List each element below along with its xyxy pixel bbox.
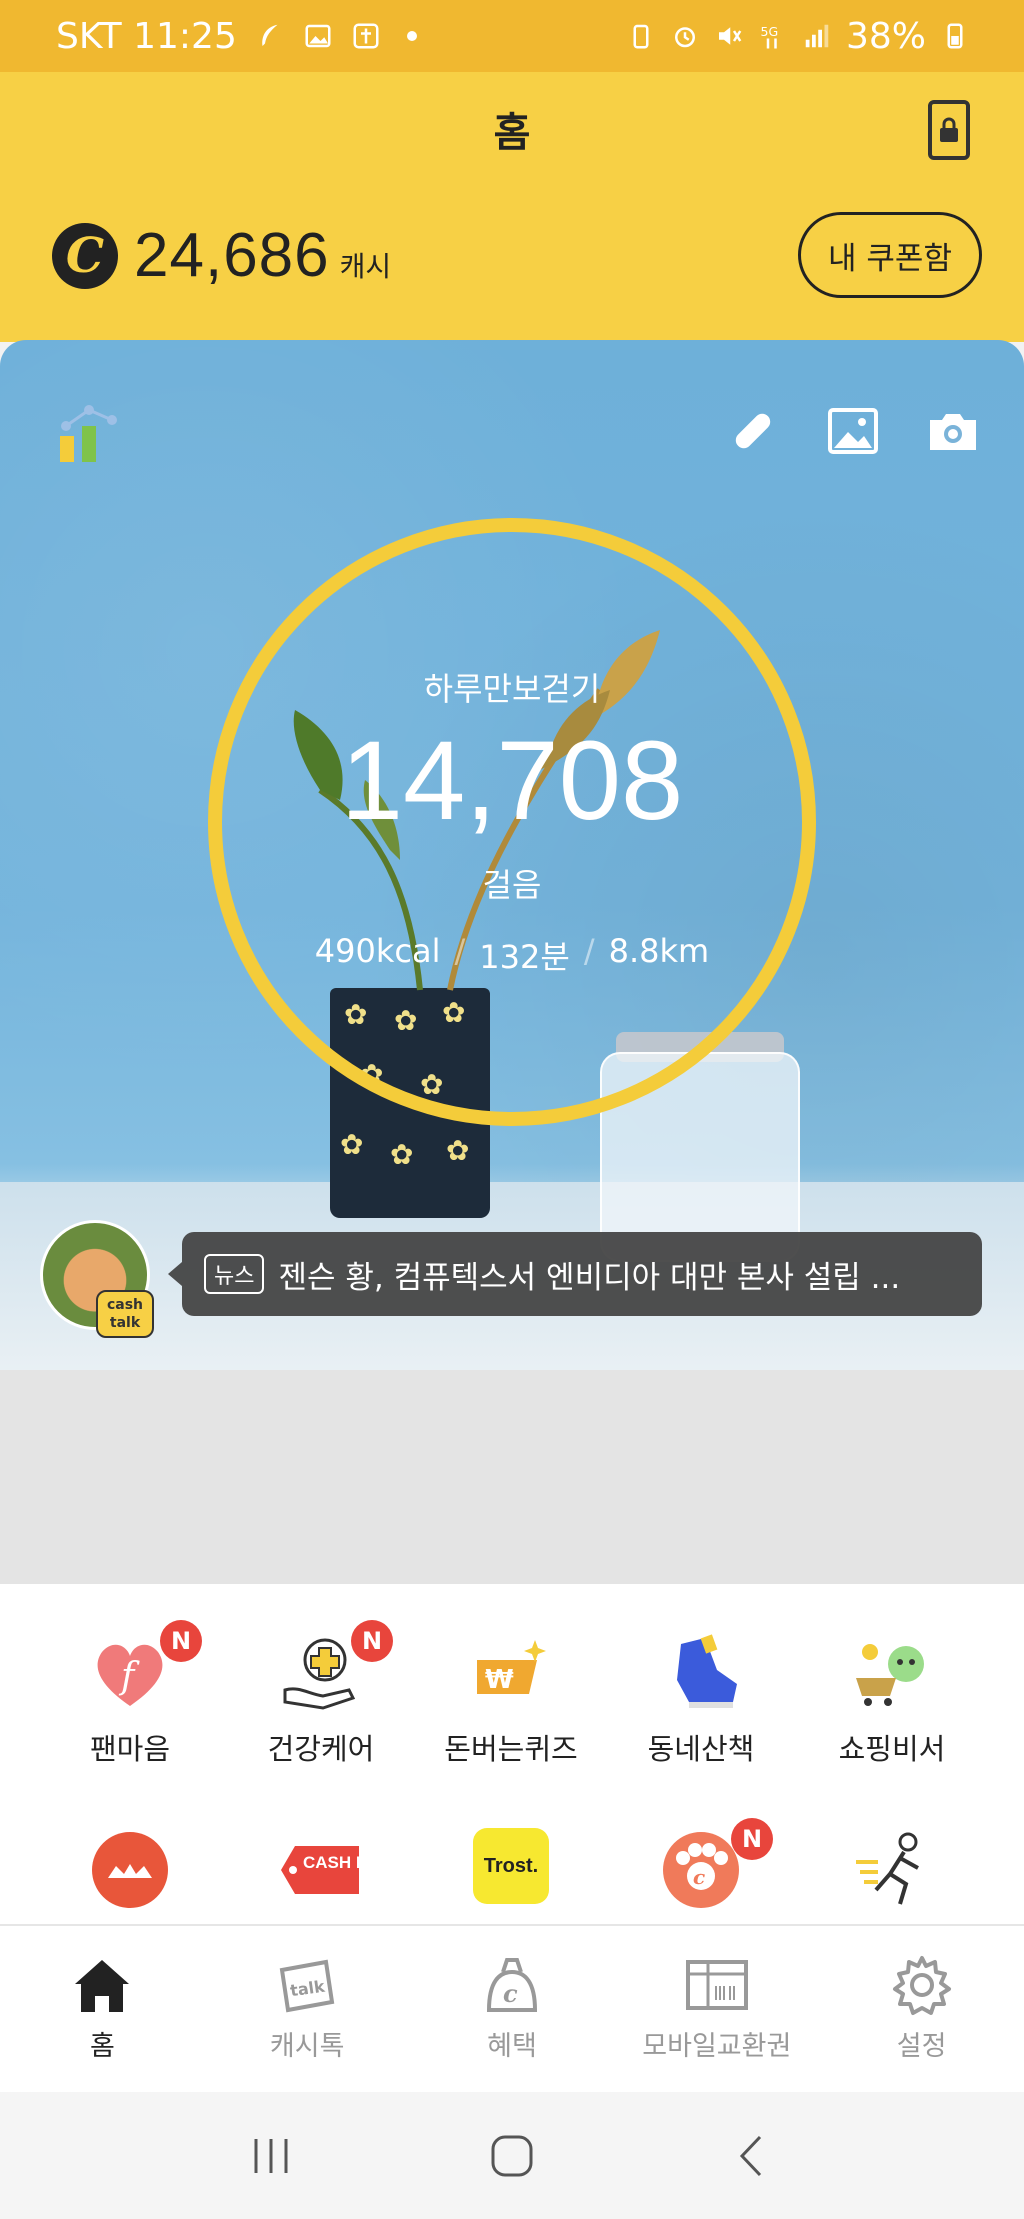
more-notifications-dot xyxy=(406,31,417,41)
nav-benefits[interactable]: c 혜택 xyxy=(410,1926,615,2092)
health-care-icon: N xyxy=(279,1620,393,1714)
my-coupon-button[interactable]: 내 쿠폰함 xyxy=(798,212,982,298)
home-circle-icon xyxy=(491,2135,533,2176)
lock-icon xyxy=(940,117,958,142)
status-time: SKT 11:25 xyxy=(56,15,237,57)
walk-hero: ✿ ✿ ✿ ✿ ✿ ✿ ✿ ✿ 하루만보걷기 14,708 걸음 490kcal… xyxy=(0,340,1024,1370)
ad-placeholder xyxy=(0,1370,1024,1584)
system-nav-bar xyxy=(0,2092,1024,2219)
svg-text:c: c xyxy=(503,1979,518,2008)
cross-app-icon xyxy=(351,21,381,51)
menu-fan-heart[interactable]: f N 팬마음 xyxy=(35,1620,225,1768)
menu-neighborhood-walk[interactable]: 동네산책 xyxy=(606,1630,796,1768)
notification-feather-icon xyxy=(255,21,285,51)
hero-toolbar xyxy=(726,404,980,458)
recent-apps-button[interactable] xyxy=(236,2126,306,2186)
quiz-icon: ₩ xyxy=(469,1630,553,1714)
recent-apps-icon xyxy=(254,2138,288,2173)
step-count: 14,708 xyxy=(340,718,684,843)
network-5g-icon: 5G xyxy=(758,21,788,51)
pill-icon xyxy=(735,413,771,449)
benefit-icon: c xyxy=(479,1952,545,2018)
distance-value: 8.8km xyxy=(608,932,710,970)
home-system-button[interactable] xyxy=(477,2126,547,2186)
trost-icon: Trost. xyxy=(473,1828,549,1904)
app-header: 홈 C 24,686 캐시 내 쿠폰함 xyxy=(0,72,1024,342)
svg-text:talk: talk xyxy=(289,1977,326,2001)
menu-health-care[interactable]: N 건강케어 xyxy=(226,1620,416,1768)
stats-separator: / xyxy=(454,932,466,970)
cash-deal-icon: CASH DEAL xyxy=(279,1828,363,1912)
menu-pet-cash[interactable]: c N xyxy=(606,1818,796,1912)
new-badge: N xyxy=(160,1620,202,1662)
image-icon xyxy=(828,408,878,454)
camera-icon xyxy=(930,414,976,450)
nav-cashtalk[interactable]: talk 캐시톡 xyxy=(205,1926,410,2092)
shopping-cart-icon xyxy=(850,1630,934,1714)
news-bubble[interactable]: 뉴스 젠슨 황, 컴퓨텍스서 엔비디아 대만 본사 설립 ... xyxy=(168,1232,982,1316)
status-bar: SKT 11:25 5G 38% xyxy=(0,0,1024,72)
voucher-icon xyxy=(684,1952,750,2018)
walk-title: 하루만보걷기 xyxy=(423,670,601,708)
stats-chart-icon[interactable] xyxy=(56,396,126,466)
sneaker-icon xyxy=(659,1630,743,1714)
settings-icon xyxy=(889,1952,955,2018)
cash-unit: 캐시 xyxy=(339,249,392,283)
back-button[interactable] xyxy=(718,2126,788,2186)
menu-orange-app[interactable] xyxy=(35,1828,225,1912)
bottom-nav: 홈 talk 캐시톡 c 혜택 모바일교환권 설정 xyxy=(0,1924,1024,2092)
cash-amount: 24,686 xyxy=(134,221,330,290)
service-menu: f N 팬마음 N 건강케어 ₩ 돈버는퀴즈 동네산책 쇼핑비서 CASH D … xyxy=(0,1584,1024,1924)
signal-icon xyxy=(802,21,832,51)
orange-app-icon xyxy=(88,1828,172,1912)
svg-text:CASH DEAL: CASH DEAL xyxy=(303,1853,363,1872)
talk-icon: talk xyxy=(274,1952,340,2018)
cash-balance[interactable]: C 24,686 캐시 xyxy=(52,220,391,291)
news-headline: 젠슨 황, 컴퓨텍스서 엔비디아 대만 본사 설립 ... xyxy=(278,1259,901,1296)
new-badge: N xyxy=(731,1818,773,1860)
heart-f-icon: f N xyxy=(88,1620,202,1714)
step-unit: 걸음 xyxy=(482,866,542,904)
gallery-button[interactable] xyxy=(826,404,880,458)
walk-stats: 490kcal / 132분 / 8.8km xyxy=(208,932,816,978)
page-title: 홈 xyxy=(493,110,531,156)
gallery-icon xyxy=(303,21,333,51)
runner-icon xyxy=(850,1828,934,1912)
pet-cash-icon: c N xyxy=(659,1818,773,1912)
svg-text:5G: 5G xyxy=(760,24,778,39)
pill-button[interactable] xyxy=(726,404,780,458)
camera-button[interactable] xyxy=(926,404,980,458)
nav-settings[interactable]: 설정 xyxy=(819,1926,1024,2092)
menu-trost[interactable]: Trost. xyxy=(416,1828,606,1904)
nav-home[interactable]: 홈 xyxy=(0,1926,205,2092)
svg-text:₩: ₩ xyxy=(485,1665,514,1695)
news-tag: 뉴스 xyxy=(204,1254,265,1294)
svg-text:c: c xyxy=(693,1865,705,1889)
battery-saver-icon xyxy=(626,21,656,51)
menu-cash-deal[interactable]: CASH DEAL xyxy=(226,1828,416,1912)
alarm-icon xyxy=(670,21,700,51)
stats-separator: / xyxy=(583,932,595,970)
calories-value: 490kcal xyxy=(314,932,441,970)
battery-icon xyxy=(940,21,970,51)
battery-percent: 38% xyxy=(845,15,926,57)
home-icon xyxy=(69,1952,135,2018)
new-badge: N xyxy=(351,1620,393,1662)
nav-mobile-voucher[interactable]: 모바일교환권 xyxy=(614,1926,819,2092)
back-chevron-icon xyxy=(740,2135,762,2176)
menu-shopping-assistant[interactable]: 쇼핑비서 xyxy=(797,1630,987,1768)
minutes-value: 132분 xyxy=(479,938,570,976)
lock-screen-button[interactable] xyxy=(928,100,970,160)
cashtalk-badge: cash talk xyxy=(96,1290,154,1338)
menu-money-quiz[interactable]: ₩ 돈버는퀴즈 xyxy=(416,1630,606,1768)
cash-coin-icon: C xyxy=(52,222,118,289)
mute-icon xyxy=(714,21,744,51)
menu-runner[interactable] xyxy=(797,1828,987,1912)
